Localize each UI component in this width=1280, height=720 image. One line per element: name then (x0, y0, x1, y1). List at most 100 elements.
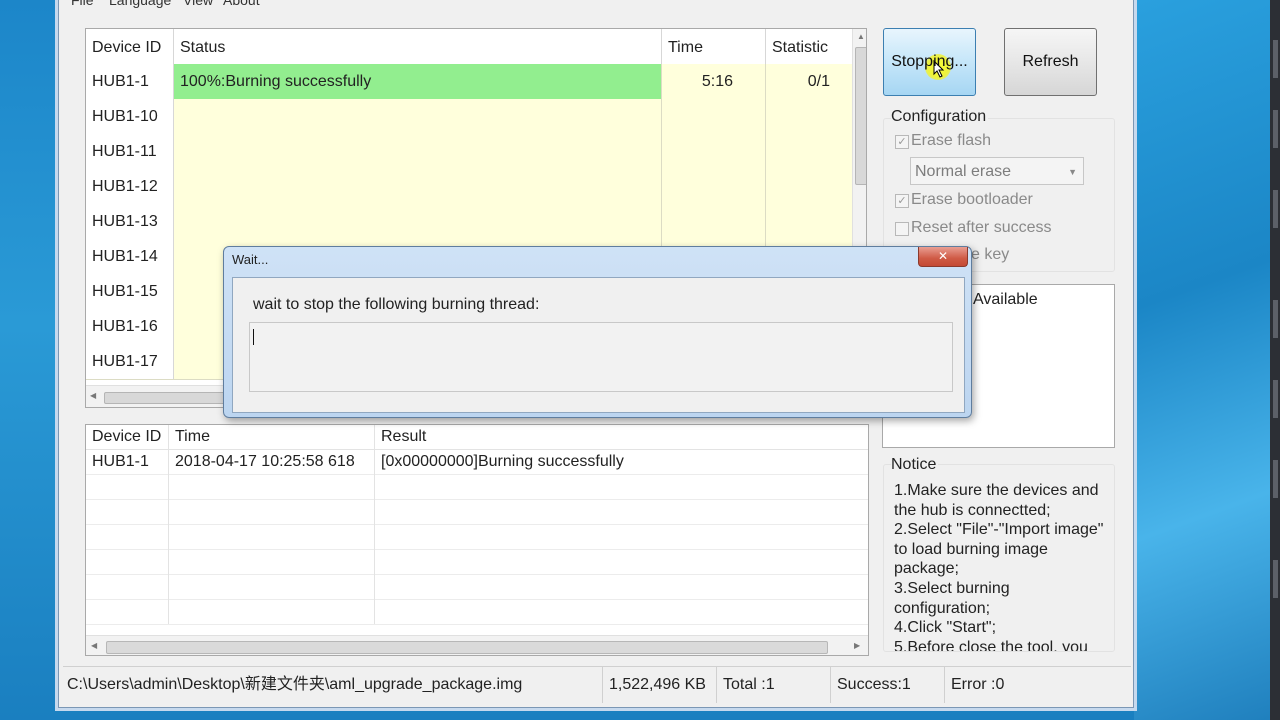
erase-mode-select[interactable]: Normal erase ▼ (910, 157, 1084, 185)
column-device-id[interactable]: Device ID (86, 29, 174, 64)
time-cell (662, 169, 766, 204)
log-device-id-cell: HUB1-1 (86, 449, 169, 474)
notice-title: Notice (891, 456, 939, 474)
time-cell (662, 134, 766, 169)
dialog-message: wait to stop the following burning threa… (253, 296, 540, 313)
log-horizontal-scrollbar[interactable]: ◀ ▶ (86, 635, 868, 655)
reset-after-success-checkbox[interactable] (895, 222, 909, 236)
stop-button[interactable]: Stopping... (883, 28, 976, 96)
log-device-id-cell (86, 524, 169, 549)
refresh-button[interactable]: Refresh (1004, 28, 1097, 96)
log-row (86, 574, 868, 600)
device-row[interactable]: HUB1-1 100%:Burning successfully 5:16 0/1 (86, 64, 852, 100)
column-statistic[interactable]: Statistic (766, 29, 852, 64)
erase-bootloader-label: Erase bootloader (911, 191, 1033, 208)
device-row[interactable]: HUB1-11 (86, 134, 852, 170)
device-grid-header: Device ID Status Time Statistic (86, 29, 852, 65)
log-row (86, 499, 868, 525)
time-cell: 5:16 (662, 64, 766, 99)
scroll-right-arrow-icon[interactable]: ▶ (854, 641, 860, 650)
dialog-title: Wait... (232, 252, 269, 267)
menu-file[interactable]: File (71, 0, 94, 8)
status-success: Success:1 (831, 667, 945, 703)
log-device-id-cell (86, 599, 169, 624)
status-error: Error :0 (951, 676, 1005, 693)
erase-flash-label: Erase flash (911, 132, 992, 149)
log-time-cell (169, 549, 375, 574)
column-status[interactable]: Status (174, 29, 662, 64)
available-header: Available (973, 291, 1038, 308)
log-column-time[interactable]: Time (169, 425, 375, 449)
scroll-up-arrow-icon[interactable]: ▲ (857, 32, 865, 41)
status-cell: 100%:Burning successfully (174, 64, 662, 99)
time-cell (662, 204, 766, 239)
erase-bootloader-checkbox[interactable]: ✓ (895, 194, 909, 208)
time-cell (662, 99, 766, 134)
log-time-cell: 2018-04-17 10:25:58 618 (169, 449, 375, 474)
column-time[interactable]: Time (662, 29, 766, 64)
stop-button-label: Stopping... (891, 53, 968, 70)
desktop-background (1134, 0, 1280, 720)
scroll-left-arrow-icon[interactable]: ◀ (91, 641, 97, 650)
configuration-title: Configuration (891, 108, 989, 126)
device-id-cell: HUB1-17 (86, 344, 174, 379)
log-time-cell (169, 574, 375, 599)
status-bar: C:\Users\admin\Desktop\新建文件夹\aml_upgrade… (63, 666, 1131, 703)
chevron-down-icon: ▼ (1068, 167, 1077, 177)
log-row (86, 524, 868, 550)
key-option-label: e key (971, 246, 1010, 263)
text-caret (253, 329, 254, 345)
device-id-cell: HUB1-1 (86, 64, 174, 99)
grid-vertical-scroll-thumb[interactable] (855, 47, 866, 185)
burning-thread-list[interactable] (249, 322, 953, 392)
log-result-cell (375, 599, 868, 624)
menu-about[interactable]: About (223, 0, 260, 8)
device-id-cell: HUB1-12 (86, 169, 174, 204)
status-cell (174, 134, 662, 169)
reset-after-success-label: Reset after success (911, 219, 1052, 236)
erase-flash-checkbox[interactable]: ✓ (895, 135, 909, 149)
device-row[interactable]: HUB1-12 (86, 169, 852, 205)
log-time-cell (169, 499, 375, 524)
menu-bar: File Language View About (59, 0, 1135, 10)
menu-view[interactable]: View (183, 0, 213, 8)
erase-mode-value: Normal erase (915, 163, 1012, 180)
log-result-cell (375, 499, 868, 524)
log-row (86, 549, 868, 575)
device-id-cell: HUB1-11 (86, 134, 174, 169)
desktop-side-strip (1270, 0, 1280, 720)
log-device-id-cell (86, 474, 169, 499)
log-result-cell (375, 474, 868, 499)
statistic-cell (766, 204, 852, 239)
close-icon[interactable]: ✕ (918, 247, 968, 267)
notice-text: 1.Make sure the devices and the hub is c… (894, 482, 1104, 652)
device-id-cell: HUB1-16 (86, 309, 174, 344)
scroll-left-arrow-icon[interactable]: ◀ (90, 391, 96, 400)
log-time-cell (169, 474, 375, 499)
status-cell (174, 204, 662, 239)
status-cell (174, 99, 662, 134)
status-image-size: 1,522,496 KB (603, 667, 717, 703)
log-scroll-thumb[interactable] (106, 641, 828, 654)
log-result-cell: [0x00000000]Burning successfully (381, 453, 624, 470)
notice-group: 1.Make sure the devices and the hub is c… (883, 464, 1115, 652)
menu-language[interactable]: Language (109, 0, 171, 8)
log-result-cell (375, 549, 868, 574)
dialog-body: wait to stop the following burning threa… (232, 277, 965, 413)
log-header: Device ID Time Result (86, 425, 868, 450)
log-row (86, 474, 868, 500)
wait-dialog: Wait... ✕ wait to stop the following bur… (223, 246, 972, 418)
log-time-cell (169, 524, 375, 549)
device-row[interactable]: HUB1-13 (86, 204, 852, 240)
log-result-cell (375, 524, 868, 549)
log-device-id-cell (86, 499, 169, 524)
status-cell (174, 169, 662, 204)
log-column-device-id[interactable]: Device ID (86, 425, 169, 449)
device-id-cell: HUB1-13 (86, 204, 174, 239)
status-image-path: C:\Users\admin\Desktop\新建文件夹\aml_upgrade… (63, 667, 603, 703)
log-row[interactable]: HUB1-1 2018-04-17 10:25:58 618 [0x00000000… (86, 449, 868, 475)
log-time-cell (169, 599, 375, 624)
log-device-id-cell (86, 574, 169, 599)
device-row[interactable]: HUB1-10 (86, 99, 852, 135)
log-column-result[interactable]: Result (375, 425, 868, 449)
